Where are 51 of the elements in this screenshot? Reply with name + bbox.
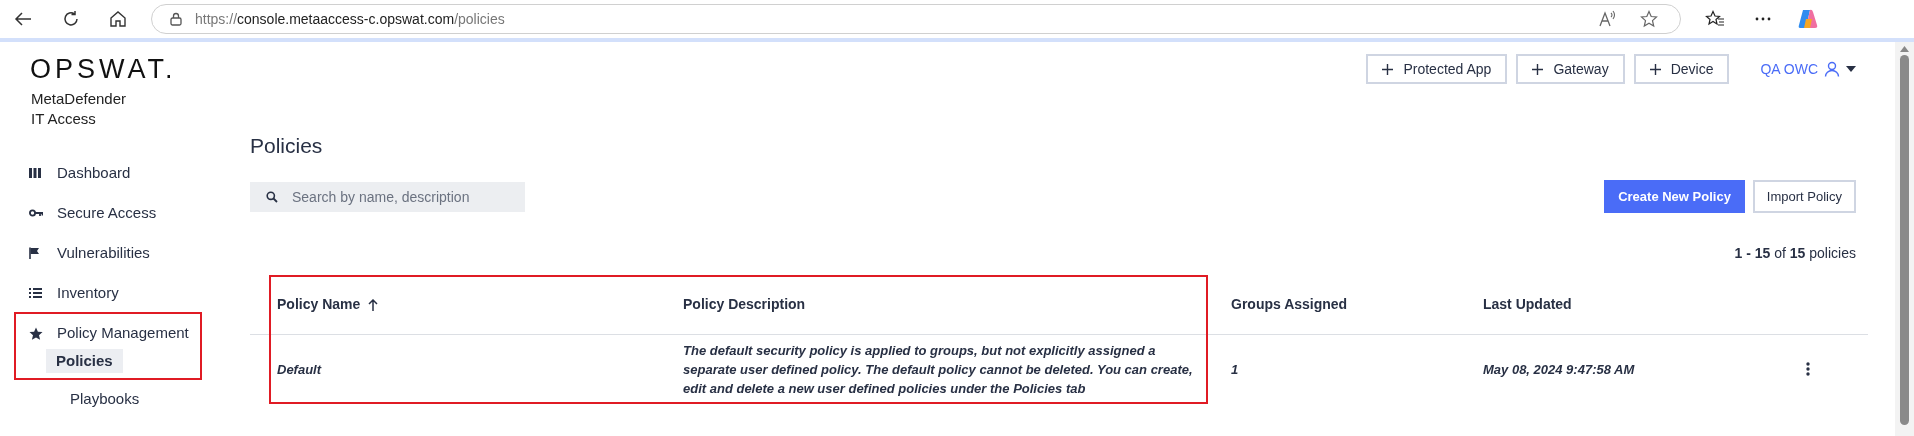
column-header[interactable]: Last Updated [1483,294,1572,315]
user-icon[interactable] [1824,61,1840,77]
table-cell-text: The default security policy is applied to groups, but not explicitly assigned a separate user defined policy. The default policy cannot be deleted. You can create, edit and delete a new user defined policies under the Policies tab [682,341,1194,398]
scroll-up-icon[interactable] [1900,46,1909,52]
refresh-icon[interactable] [62,10,80,28]
sort-arrow-icon[interactable] [368,298,379,311]
star-icon[interactable] [1640,10,1658,28]
page-title: Policies [250,133,324,159]
list-icon [29,286,43,300]
create-button[interactable]: Create New Policy [1604,180,1745,213]
nav-subitem[interactable]: Policies [46,349,123,373]
logo: OPSWAT. [30,53,177,86]
assistant-logo-icon[interactable] [1797,8,1819,30]
nav-item[interactable]: Policy Management [57,321,189,345]
product-name: MetaDefender [31,89,128,109]
scrollbar-thumb[interactable] [1900,55,1909,425]
plus-icon [1532,63,1544,75]
more-icon[interactable] [1755,17,1771,21]
read-aloud-icon[interactable] [1598,10,1618,28]
plus-icon [1382,63,1394,75]
user-name-link[interactable]: QA OWC [1760,58,1818,80]
star-icon [29,326,43,340]
column-header[interactable]: Policy Description [683,294,806,315]
column-header[interactable]: Policy Name [277,294,361,315]
nav-item[interactable]: Vulnerabilities [57,241,150,265]
lock-icon [170,12,182,26]
table-cell-text: 1 [1230,360,1240,379]
column-header[interactable]: Groups Assigned [1231,294,1348,315]
caret-icon[interactable] [1846,66,1856,72]
product-name: IT Access [31,109,97,129]
header-button[interactable]: Device [1633,54,1730,84]
table-cell-text: Default [276,360,323,379]
favorites-icon[interactable] [1705,10,1725,28]
search-icon [266,190,278,203]
nav-item[interactable]: Secure Access [57,201,157,225]
bars-icon [29,166,43,180]
header-button[interactable]: Protected App [1366,54,1508,84]
header-button[interactable]: Gateway [1516,54,1625,84]
nav-item[interactable]: Dashboard [57,161,131,185]
scrollbar[interactable] [1895,42,1914,436]
search-field[interactable]: Search by name, description [250,181,525,212]
back-icon[interactable] [14,11,32,27]
nav-subitem[interactable]: Playbooks [60,387,150,411]
home-icon[interactable] [109,10,127,28]
table-cell-text: May 08, 2024 9:47:58 AM [1482,360,1636,379]
kebab-menu-icon[interactable] [1806,362,1810,376]
import-button[interactable]: Import Policy [1752,180,1856,213]
plus-icon [1649,63,1661,75]
result-count: 1 - 15 of 15 policies [1734,244,1856,262]
nav-item[interactable]: Inventory [57,281,119,305]
url-text: https://console.metaaccess-c.opswat.com/policies [195,9,505,29]
